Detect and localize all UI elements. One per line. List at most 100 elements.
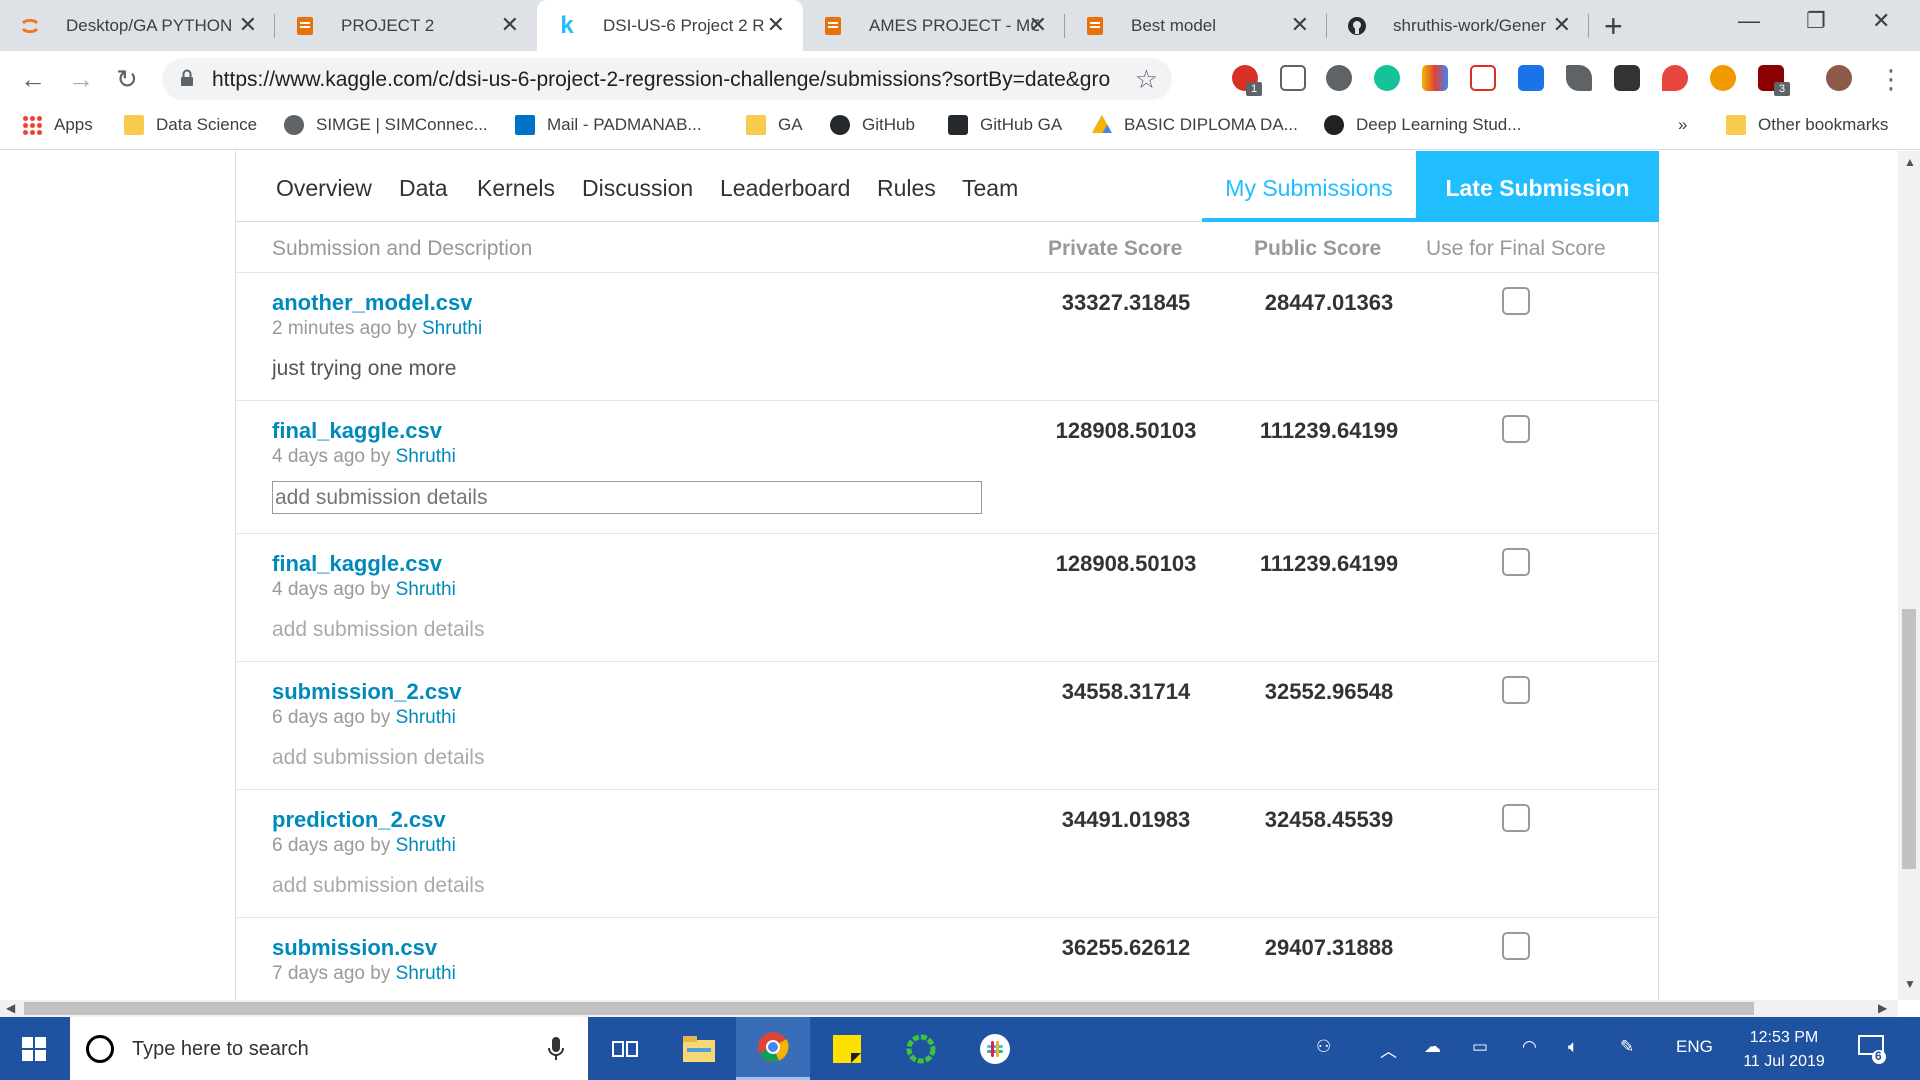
submitter-link[interactable]: Shruthi	[396, 707, 456, 728]
extension-infinity-icon[interactable]	[1710, 65, 1736, 91]
submission-file-link[interactable]: submission.csv	[272, 935, 437, 961]
tab-rules[interactable]: Rules	[877, 175, 936, 202]
profile-avatar[interactable]	[1826, 65, 1852, 91]
skype-icon[interactable]	[1326, 65, 1352, 91]
scroll-down-icon[interactable]: ▼	[1904, 977, 1916, 991]
pocket-icon[interactable]	[1280, 65, 1306, 91]
close-icon[interactable]: ✕	[1291, 14, 1309, 36]
extension-shield-red-icon[interactable]	[1662, 65, 1688, 91]
sticky-notes-icon[interactable]	[810, 1017, 884, 1080]
submission-file-link[interactable]: another_model.csv	[272, 290, 473, 316]
system-clock[interactable]: 12:53 PM 11 Jul 2019	[1738, 1026, 1830, 1074]
tab-kernels[interactable]: Kernels	[477, 175, 555, 202]
tab-overview[interactable]: Overview	[276, 175, 372, 202]
submission-file-link[interactable]: prediction_2.csv	[272, 807, 446, 833]
bookmark-github[interactable]: GitHub	[830, 115, 915, 135]
bookmark-ga[interactable]: GA	[746, 115, 803, 135]
tab-github[interactable]: shruthis-work/Gener ✕	[1327, 0, 1589, 51]
windows-start-icon[interactable]	[22, 1037, 46, 1066]
vertical-scrollbar[interactable]: ▲ ▼	[1898, 151, 1920, 1000]
submitter-link[interactable]: Shruthi	[396, 835, 456, 856]
chevron-up-icon[interactable]: ︿	[1380, 1037, 1397, 1062]
tab-data[interactable]: Data	[399, 175, 448, 202]
bookmark-data-science[interactable]: Data Science	[124, 115, 257, 135]
scroll-left-icon[interactable]: ◀	[6, 1001, 15, 1015]
close-icon[interactable]: ✕	[767, 14, 785, 36]
tab-discussion[interactable]: Discussion	[582, 175, 693, 202]
tab-my-submissions[interactable]: My Submissions	[1202, 151, 1416, 222]
tab-kaggle-active[interactable]: k DSI-US-6 Project 2 R ✕	[537, 0, 803, 51]
late-submission-button[interactable]: Late Submission	[1416, 151, 1659, 222]
submission-description[interactable]: add submission details	[272, 746, 484, 770]
microphone-icon[interactable]	[548, 1036, 564, 1067]
header-private-score[interactable]: Private Score	[1048, 237, 1182, 261]
speaker-muted-icon[interactable]: 🔈︎	[1568, 1037, 1578, 1057]
submission-description[interactable]: add submission details	[272, 874, 484, 898]
tab-ames-project[interactable]: AMES PROJECT - MC ✕	[803, 0, 1065, 51]
taskbar-search-box[interactable]: Type here to search	[70, 1017, 588, 1080]
people-icon[interactable]: ⚇	[1316, 1037, 1331, 1057]
scroll-right-icon[interactable]: ▶	[1878, 1001, 1887, 1015]
bookmarks-overflow-button[interactable]: »	[1678, 115, 1687, 135]
tab-team[interactable]: Team	[962, 175, 1018, 202]
tab-project-2[interactable]: PROJECT 2 ✕	[275, 0, 537, 51]
onedrive-icon[interactable]: ☁	[1424, 1037, 1441, 1057]
rocket-icon[interactable]	[1566, 65, 1592, 91]
forward-icon[interactable]: →	[68, 64, 94, 95]
menu-kebab-icon[interactable]: ⋮	[1878, 64, 1904, 95]
notification-center-icon[interactable]: 6	[1858, 1035, 1888, 1070]
app-ring-icon[interactable]	[884, 1017, 958, 1080]
restore-icon[interactable]: ❐	[1806, 8, 1826, 34]
extension-window-icon[interactable]	[1518, 65, 1544, 91]
minimize-icon[interactable]: —	[1738, 8, 1760, 34]
close-icon[interactable]: ✕	[1553, 14, 1571, 36]
address-bar[interactable]: https://www.kaggle.com/c/dsi-us-6-projec…	[162, 58, 1172, 100]
submitter-link[interactable]: Shruthi	[396, 579, 456, 600]
submission-description[interactable]: just trying one more	[272, 357, 456, 381]
close-icon[interactable]: ✕	[501, 14, 519, 36]
header-public-score[interactable]: Public Score	[1254, 237, 1381, 261]
file-explorer-icon[interactable]	[662, 1017, 736, 1080]
back-icon[interactable]: ←	[20, 64, 46, 95]
final-score-checkbox[interactable]	[1502, 804, 1530, 832]
extension-shield-icon[interactable]	[1470, 65, 1496, 91]
wifi-icon[interactable]: ◠	[1522, 1037, 1537, 1057]
reload-icon[interactable]: ↻	[116, 64, 138, 95]
horizontal-scrollbar[interactable]: ◀ ▶	[0, 1000, 1898, 1017]
bookmark-star-icon[interactable]: ☆	[1135, 64, 1158, 95]
tab-jupyter[interactable]: Desktop/GA PYTHON ✕	[0, 0, 275, 51]
final-score-checkbox[interactable]	[1502, 932, 1530, 960]
extension-tv-icon[interactable]	[1422, 65, 1448, 91]
scroll-thumb[interactable]	[1902, 609, 1916, 869]
language-indicator[interactable]: ENG	[1676, 1037, 1713, 1057]
scroll-thumb[interactable]	[24, 1002, 1754, 1015]
submitter-link[interactable]: Shruthi	[396, 963, 456, 984]
submission-details-input[interactable]	[272, 481, 982, 514]
close-window-icon[interactable]: ✕	[1872, 8, 1890, 34]
submission-file-link[interactable]: submission_2.csv	[272, 679, 462, 705]
slack-icon[interactable]	[958, 1017, 1032, 1080]
close-icon[interactable]: ✕	[1029, 14, 1047, 36]
submission-file-link[interactable]: final_kaggle.csv	[272, 551, 442, 577]
bookmark-github-ga[interactable]: GitHub GA	[948, 115, 1062, 135]
pen-icon[interactable]: ✎	[1620, 1037, 1634, 1057]
scroll-up-icon[interactable]: ▲	[1904, 155, 1916, 169]
final-score-checkbox[interactable]	[1502, 676, 1530, 704]
close-icon[interactable]: ✕	[239, 14, 257, 36]
task-view-icon[interactable]	[588, 1017, 662, 1080]
bookmark-deep-learning[interactable]: Deep Learning Stud...	[1324, 115, 1521, 135]
submitter-link[interactable]: Shruthi	[396, 446, 456, 467]
tab-best-model[interactable]: Best model ✕	[1065, 0, 1327, 51]
submission-description[interactable]: add submission details	[272, 618, 484, 642]
submission-file-link[interactable]: final_kaggle.csv	[272, 418, 442, 444]
bookmark-other[interactable]: Other bookmarks	[1726, 115, 1888, 135]
bookmark-apps[interactable]: Apps	[22, 115, 93, 135]
battery-icon[interactable]: ▭	[1472, 1037, 1488, 1057]
submitter-link[interactable]: Shruthi	[422, 318, 482, 339]
bookmark-mail[interactable]: Mail - PADMANAB...	[515, 115, 702, 135]
bookmark-basic-diploma[interactable]: BASIC DIPLOMA DA...	[1092, 115, 1298, 135]
chrome-taskbar-icon[interactable]	[736, 1017, 810, 1080]
final-score-checkbox[interactable]	[1502, 415, 1530, 443]
final-score-checkbox[interactable]	[1502, 287, 1530, 315]
new-tab-button[interactable]: +	[1604, 8, 1623, 45]
